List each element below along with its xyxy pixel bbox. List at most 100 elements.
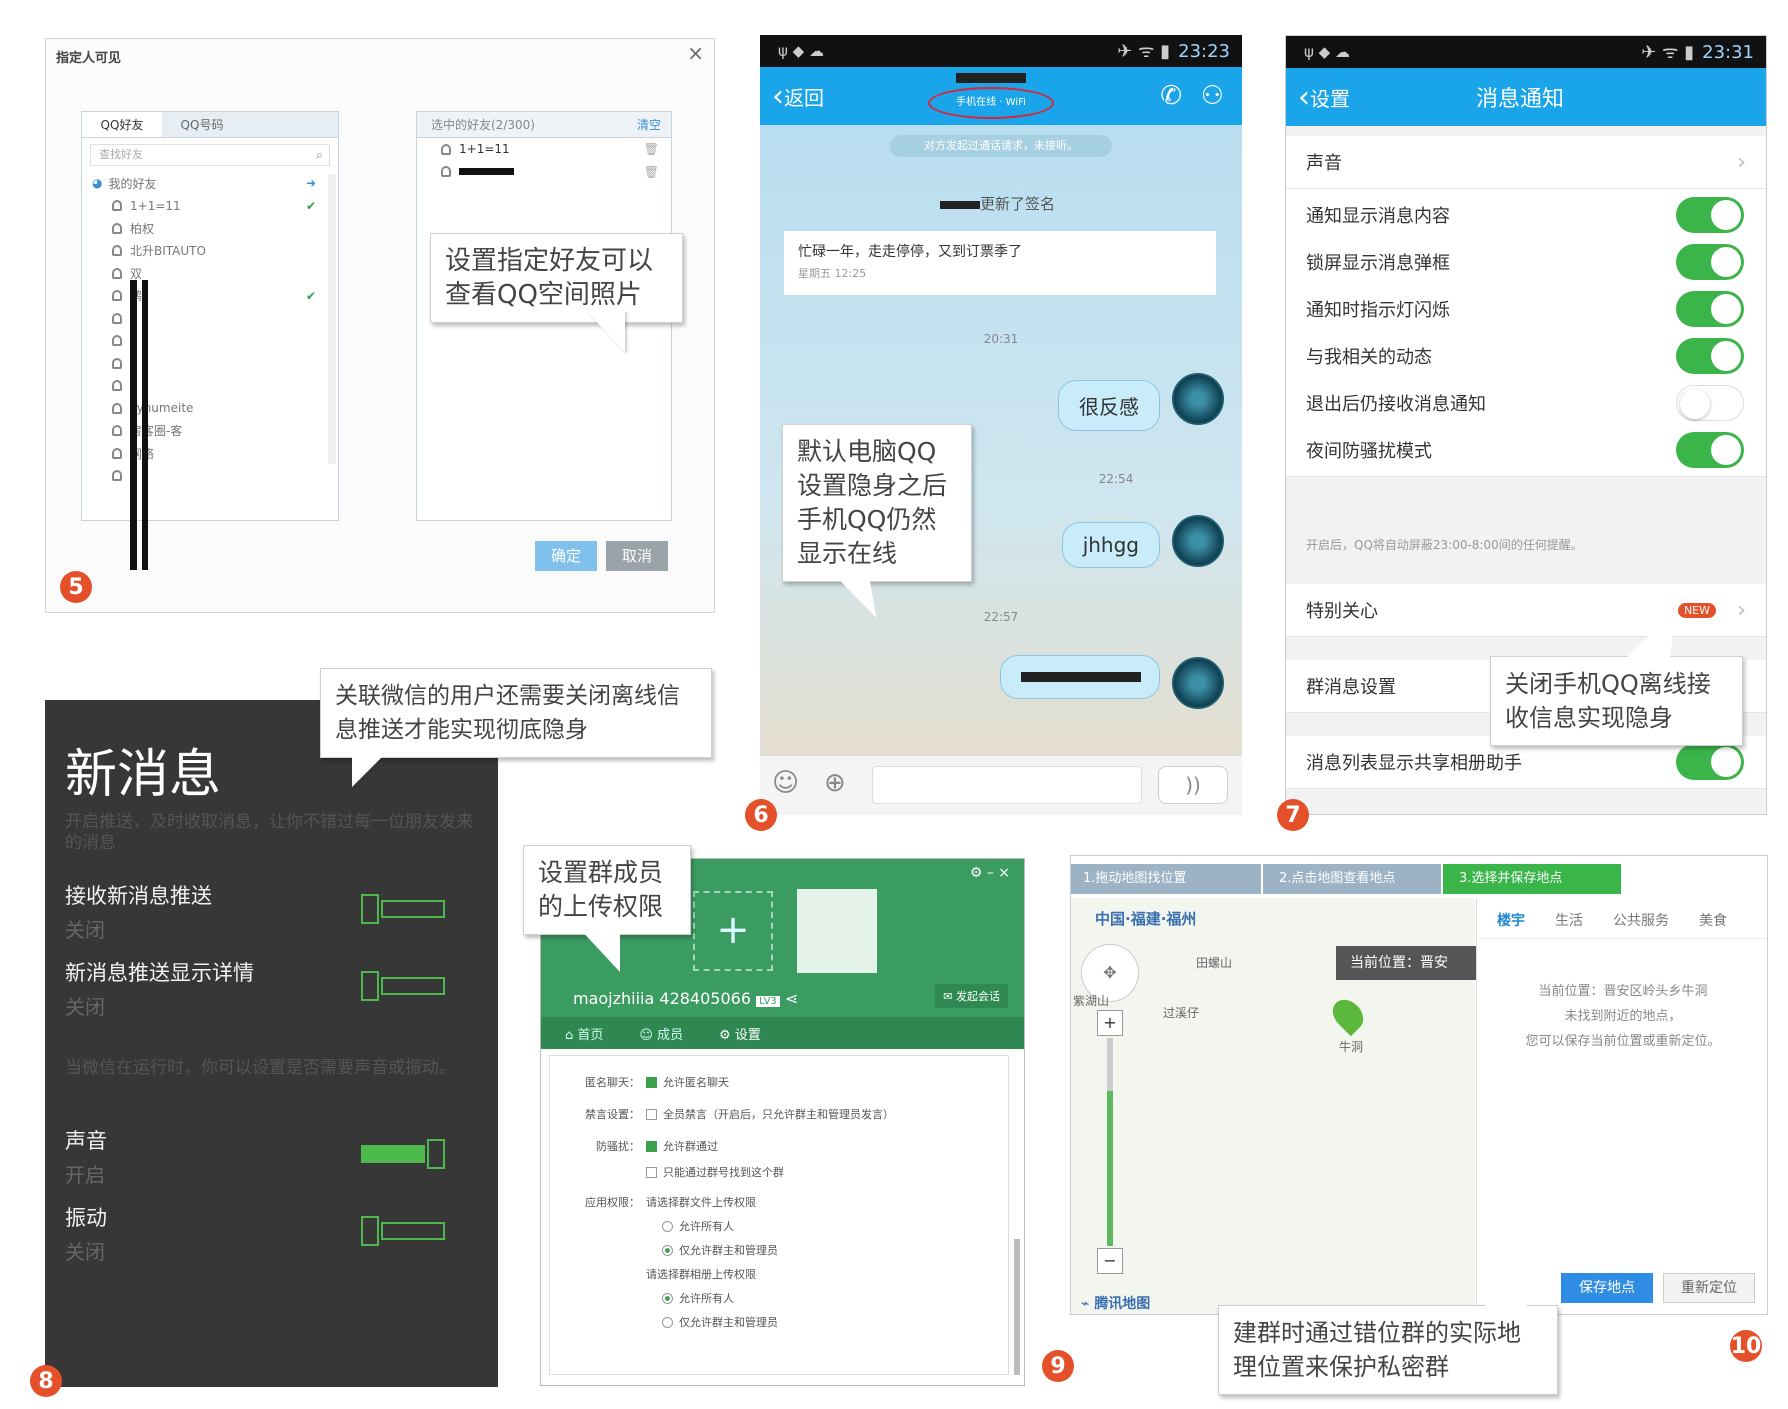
cancel-button[interactable]: 取消 (606, 541, 668, 571)
back-icon[interactable]: ‹ (1298, 80, 1310, 115)
relocate-button[interactable]: 重新定位 (1663, 1273, 1755, 1303)
friend-row[interactable] (82, 352, 338, 375)
zoom-track[interactable] (1107, 1038, 1113, 1246)
toggle-off[interactable] (361, 971, 445, 1001)
zoom-in-button[interactable]: + (1097, 1010, 1123, 1036)
friend-row[interactable]: cyhumeite (82, 397, 338, 420)
tab-public-service[interactable]: 公共服务 (1613, 910, 1669, 930)
tab-settings[interactable]: ⚙ 设置 (719, 1024, 761, 1043)
message-bubble[interactable]: 很反感 (1058, 380, 1160, 431)
emoji-icon[interactable]: ☺ (772, 768, 799, 798)
toggle-on[interactable] (1676, 244, 1744, 280)
radio[interactable] (662, 1316, 673, 1328)
checkbox[interactable] (646, 1108, 657, 1120)
checkbox[interactable] (646, 1166, 657, 1178)
friend-row[interactable] (82, 465, 338, 488)
tab-members[interactable]: ☺ 成员 (639, 1024, 683, 1043)
toggle-off[interactable] (361, 1216, 445, 1246)
trash-icon[interactable]: 🗑 (644, 142, 659, 156)
setting-row[interactable]: 声音 › (1286, 136, 1766, 189)
back-icon[interactable]: ‹ (772, 79, 784, 114)
avatar[interactable] (1172, 515, 1224, 567)
back-button[interactable]: 设置 (1310, 83, 1350, 112)
launch-chat-button[interactable]: ✉ 发起会话 (935, 984, 1008, 1008)
setting-push-details[interactable]: 新消息推送显示详情 关闭 (65, 957, 485, 1020)
toggle-on[interactable] (1676, 744, 1744, 780)
setting-row[interactable]: 通知显示消息内容 (1286, 189, 1766, 242)
group-setting-row[interactable]: 匿名聊天： 允许匿名聊天 (560, 1074, 729, 1090)
tab-life[interactable]: 生活 (1555, 910, 1583, 930)
group-setting-row[interactable]: 仅允许群主和管理员 (560, 1314, 778, 1330)
profile-icon[interactable]: ⚇ (1201, 81, 1224, 111)
setting-row[interactable]: 夜间防骚扰模式 (1286, 424, 1766, 477)
tab-qq-number[interactable]: QQ号码 (162, 112, 242, 137)
scrollbar[interactable] (328, 174, 336, 464)
save-location-button[interactable]: 保存地点 (1561, 1273, 1653, 1303)
tab-qq-friends[interactable]: QQ好友 (82, 112, 162, 137)
setting-sound[interactable]: 声音 开启 (65, 1125, 485, 1188)
toggle-off[interactable] (361, 894, 445, 924)
tab-buildings[interactable]: 楼宇 (1497, 910, 1525, 930)
group-setting-row[interactable]: 仅允许群主和管理员 (560, 1242, 778, 1258)
user-icon (112, 357, 122, 369)
setting-row[interactable]: 退出后仍接收消息通知 (1286, 377, 1766, 430)
friend-row[interactable]: 网络 (82, 442, 338, 465)
setting-row[interactable]: 与我相关的动态 (1286, 330, 1766, 383)
radio-selected[interactable] (662, 1244, 673, 1256)
plus-icon[interactable]: ⊕ (824, 768, 846, 798)
avatar[interactable] (1172, 657, 1224, 709)
group-setting-row[interactable]: 允许所有人 (560, 1218, 734, 1234)
toggle-on[interactable] (361, 1139, 445, 1169)
scrollbar[interactable] (1014, 1239, 1020, 1375)
toggle-off[interactable] (1676, 385, 1744, 421)
confirm-button[interactable]: 确定 (535, 541, 597, 571)
message-input[interactable] (872, 766, 1142, 804)
avatar[interactable] (1172, 373, 1224, 425)
group-setting-row[interactable]: 防骚扰： 允许群通过 (560, 1138, 718, 1154)
setting-row[interactable]: 通知时指示灯闪烁 (1286, 283, 1766, 336)
group-setting-row[interactable]: 请选择群相册上传权限 (560, 1266, 756, 1282)
friend-row[interactable]: 双 (82, 262, 338, 285)
signature-card[interactable]: 忙碌一年，走走停停，又到订票季了 星期五 12:25 (784, 231, 1216, 295)
setting-receive-push[interactable]: 接收新消息推送 关闭 (65, 880, 485, 943)
friend-row[interactable]: 柏权 (82, 217, 338, 240)
toggle-on[interactable] (1676, 197, 1744, 233)
toggle-on[interactable] (1676, 432, 1744, 468)
friend-row[interactable] (82, 330, 338, 353)
toggle-on[interactable] (1676, 291, 1744, 327)
group-setting-row[interactable]: 应用权限： 请选择群文件上传权限 (560, 1194, 756, 1210)
group-setting-row[interactable]: 允许所有人 (560, 1290, 734, 1306)
setting-vibrate[interactable]: 振动 关闭 (65, 1202, 485, 1265)
group-name: maojzhiiia 428405066 LV3 ⋖ (573, 989, 799, 1008)
zoom-out-button[interactable]: − (1097, 1248, 1123, 1274)
location-pin-icon[interactable] (1326, 993, 1370, 1037)
checkbox-checked[interactable] (646, 1076, 657, 1088)
friend-search-input[interactable]: 查找好友 ⌕ (90, 144, 330, 166)
message-bubble[interactable]: jhhgg (1061, 522, 1160, 568)
friend-row[interactable]: 北升BITAUTO (82, 240, 338, 263)
checkbox-checked[interactable] (646, 1140, 657, 1152)
group-setting-row[interactable]: 只能通过群号找到这个群 (560, 1164, 784, 1180)
radio-selected[interactable] (662, 1292, 673, 1304)
clear-link[interactable]: 清空 (637, 112, 661, 138)
toggle-on[interactable] (1676, 338, 1744, 374)
friend-row[interactable] (82, 375, 338, 398)
friend-row[interactable] (82, 307, 338, 330)
close-icon[interactable]: × (687, 41, 704, 65)
friend-row[interactable]: 鹏✔ (82, 285, 338, 308)
voice-button[interactable]: )) (1158, 766, 1228, 804)
back-button[interactable]: 返回 (784, 82, 824, 111)
setting-row[interactable]: 锁屏显示消息弹框 (1286, 236, 1766, 289)
trash-icon[interactable]: 🗑 (644, 165, 659, 179)
window-controls-icon[interactable]: ⚙ – × (970, 865, 1010, 881)
group-my-friends[interactable]: ◕ 我的好友 ➜ (82, 172, 338, 195)
friend-row[interactable]: 1+1=11 ✔ (82, 195, 338, 218)
radio[interactable] (662, 1220, 673, 1232)
message-bubble[interactable] (1000, 655, 1160, 699)
add-photo-icon[interactable]: + (693, 891, 773, 971)
tab-home[interactable]: ⌂ 首页 (565, 1024, 603, 1043)
tab-food[interactable]: 美食 (1699, 910, 1727, 930)
friend-row[interactable]: 房客圈-客 (82, 420, 338, 443)
phone-icon[interactable]: ✆ (1160, 81, 1182, 111)
group-setting-row[interactable]: 禁言设置： 全员禁言（开启后，只允许群主和管理员发言） (560, 1106, 894, 1122)
